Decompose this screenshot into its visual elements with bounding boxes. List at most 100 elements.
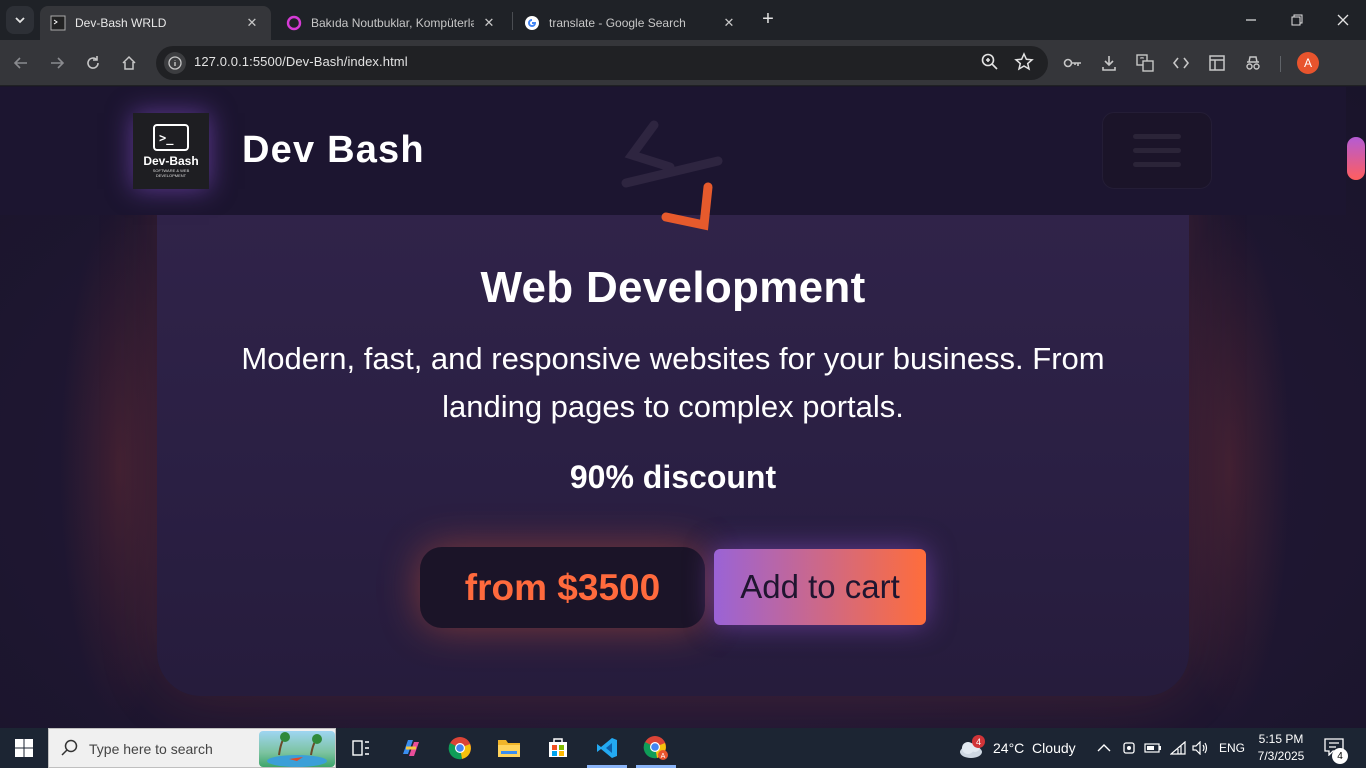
show-hidden-icons-button[interactable] xyxy=(1094,734,1114,762)
close-window-button[interactable] xyxy=(1320,0,1366,40)
close-icon[interactable]: ✕ xyxy=(243,14,261,32)
taskbar-search-box[interactable]: Type here to search xyxy=(48,728,336,768)
close-icon[interactable]: ✕ xyxy=(480,14,498,32)
brand-name: Dev Bash xyxy=(242,129,425,171)
meet-now-icon[interactable] xyxy=(1120,734,1138,762)
profile-avatar[interactable]: A xyxy=(1297,52,1319,74)
tab-strip: Dev-Bash WRLD ✕ Bakıda Noutbuklar, Kompü… xyxy=(0,0,1366,40)
clock-date: 7/3/2025 xyxy=(1257,749,1305,763)
site-favicon-icon xyxy=(286,15,302,31)
task-view-button[interactable] xyxy=(347,734,375,762)
downloads-button[interactable] xyxy=(1096,50,1122,76)
google-icon xyxy=(524,15,540,31)
code-icon xyxy=(1172,57,1190,69)
weather-text: 24°C Cloudy xyxy=(993,740,1076,756)
hamburger-line xyxy=(1133,148,1181,153)
chrome-icon xyxy=(448,737,471,760)
code-tag-decoration-icon xyxy=(621,120,723,231)
store-icon xyxy=(549,738,567,757)
new-tab-button[interactable]: + xyxy=(758,9,778,30)
url-text: 127.0.0.1:5500/Dev-Bash/index.html xyxy=(194,54,408,69)
restore-icon xyxy=(1291,14,1303,26)
tab-dev-bash[interactable]: Dev-Bash WRLD ✕ xyxy=(40,6,271,40)
menu-toggle-button[interactable] xyxy=(1102,112,1212,189)
task-view-icon xyxy=(352,740,369,756)
tab-noutbuklar[interactable]: Bakıda Noutbuklar, Kompüterlər ✕ xyxy=(276,6,508,40)
chrome-profile-taskbar-button[interactable]: A xyxy=(642,734,670,762)
terminal-icon: >_ xyxy=(153,124,189,151)
chrome-taskbar-button[interactable] xyxy=(446,734,474,762)
service-title: Web Development xyxy=(480,263,866,312)
download-icon xyxy=(1102,56,1116,71)
restore-button[interactable] xyxy=(1274,0,1320,40)
microsoft-store-button[interactable] xyxy=(544,734,572,762)
weather-alert-badge: 4 xyxy=(972,735,985,748)
clock-time: 5:15 PM xyxy=(1258,732,1304,746)
add-to-cart-button[interactable]: Add to cart xyxy=(714,549,926,625)
page-viewport: Web Development Modern, fast, and respon… xyxy=(0,87,1366,728)
close-icon[interactable]: ✕ xyxy=(720,14,738,32)
file-explorer-button[interactable] xyxy=(495,734,523,762)
zoom-icon[interactable] xyxy=(980,52,1000,77)
search-highlight-image xyxy=(259,731,335,767)
side-panel-button[interactable] xyxy=(1204,50,1230,76)
address-bar[interactable]: 127.0.0.1:5500/Dev-Bash/index.html xyxy=(156,46,1048,80)
copilot-button[interactable] xyxy=(397,734,425,762)
chevron-down-icon xyxy=(15,17,25,24)
start-button[interactable] xyxy=(0,728,48,768)
back-button[interactable] xyxy=(8,50,34,76)
minimize-icon xyxy=(1246,19,1256,21)
volume-icon[interactable] xyxy=(1190,734,1210,762)
key-icon xyxy=(1063,58,1081,68)
toolbar-divider xyxy=(1280,56,1281,72)
chrome-profile-icon: A xyxy=(643,736,668,760)
tab-search-button[interactable] xyxy=(6,6,34,34)
home-icon xyxy=(122,55,136,70)
forward-button[interactable] xyxy=(44,50,70,76)
logo-subtext: SOFTWARE & WEB DEVELOPMENT xyxy=(152,168,190,178)
incognito-icon xyxy=(1246,56,1260,70)
home-button[interactable] xyxy=(116,50,142,76)
translate-button[interactable] xyxy=(1132,50,1158,76)
service-description: Modern, fast, and responsive websites fo… xyxy=(241,341,1105,424)
scrollbar-thumb[interactable] xyxy=(1347,137,1365,180)
wifi-icon[interactable] xyxy=(1168,734,1188,762)
vscode-icon xyxy=(597,738,617,758)
tab-title: Bakıda Noutbuklar, Kompüterlər xyxy=(311,16,474,30)
close-icon xyxy=(1337,14,1349,26)
search-icon xyxy=(61,739,78,756)
chevron-up-icon xyxy=(1097,744,1111,752)
side-panel-icon xyxy=(1209,55,1225,71)
reload-button[interactable] xyxy=(80,50,106,76)
windows-logo-icon xyxy=(15,739,33,757)
devtools-button[interactable] xyxy=(1168,50,1194,76)
incognito-button[interactable] xyxy=(1240,50,1266,76)
folder-icon xyxy=(498,740,520,757)
translate-icon xyxy=(1136,54,1154,72)
tab-title: Dev-Bash WRLD xyxy=(75,16,167,30)
vscode-button[interactable] xyxy=(593,734,621,762)
site-info-icon[interactable] xyxy=(164,52,186,74)
passwords-button[interactable] xyxy=(1060,50,1086,76)
bookmark-star-icon[interactable] xyxy=(1014,52,1034,77)
windows-taskbar: Type here to search A 4 24°C Cloudy ENG … xyxy=(0,728,1366,768)
input-language[interactable]: ENG xyxy=(1219,728,1245,768)
system-clock[interactable]: 5:15 PM 7/3/2025 xyxy=(1256,731,1306,765)
site-header: >_ Dev-Bash SOFTWARE & WEB DEVELOPMENT D… xyxy=(0,87,1346,231)
search-placeholder: Type here to search xyxy=(89,741,213,757)
svg-text:A: A xyxy=(661,753,666,760)
browser-toolbar: 127.0.0.1:5500/Dev-Bash/index.html xyxy=(0,40,1366,86)
minimize-button[interactable] xyxy=(1228,0,1274,40)
hamburger-line xyxy=(1133,162,1181,167)
tab-google-translate[interactable]: translate - Google Search ✕ xyxy=(514,6,748,40)
arrow-left-icon xyxy=(13,57,27,69)
discount-text: 90% discount xyxy=(569,459,777,495)
weather-widget[interactable]: 4 24°C Cloudy xyxy=(958,728,1076,768)
hamburger-line xyxy=(1133,134,1181,139)
battery-icon[interactable] xyxy=(1143,734,1163,762)
site-logo[interactable]: >_ Dev-Bash SOFTWARE & WEB DEVELOPMENT xyxy=(133,113,209,189)
reload-icon xyxy=(87,56,99,69)
dev-bash-favicon-icon xyxy=(50,15,66,31)
arrow-right-icon xyxy=(51,57,65,69)
notification-count-badge: 4 xyxy=(1332,748,1348,764)
